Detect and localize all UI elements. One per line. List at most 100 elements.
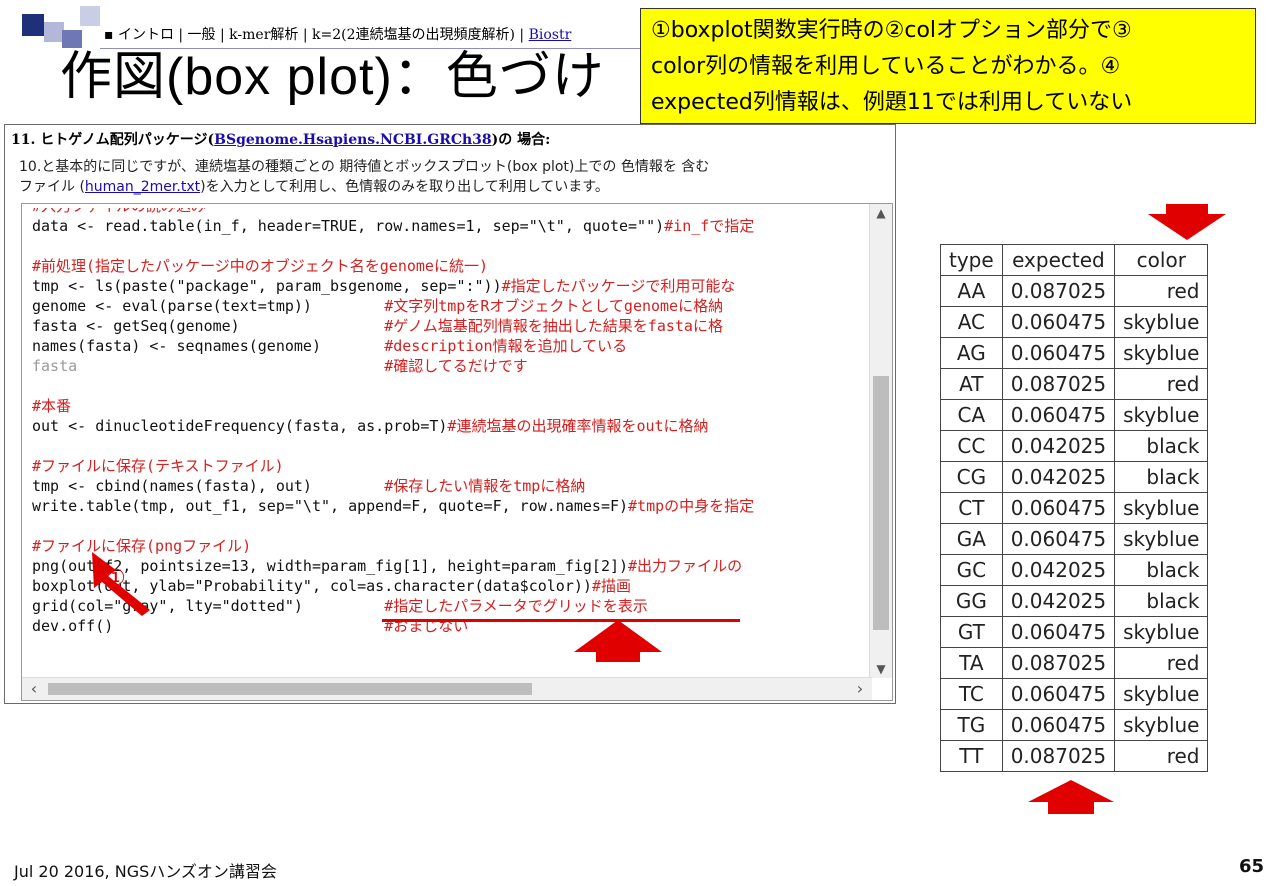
marker-2: ②	[606, 630, 626, 655]
page-number: 65	[1238, 856, 1264, 877]
table-body: AA 0.087025 red AC 0.060475 skyblue AG 0.060475…	[940, 275, 1209, 772]
color-table: type expected color AA 0.087025 red AC 0.060…	[940, 244, 1209, 772]
table-row: CG 0.042025 black	[940, 461, 1209, 493]
decor-square-light2	[80, 6, 100, 26]
cell-expected: 0.042025	[1001, 461, 1116, 493]
cell-type: CC	[940, 430, 1003, 462]
section-suffix: )の 場合:	[491, 132, 551, 148]
scroll-down-icon[interactable]: ▼	[873, 662, 889, 676]
cell-type: CG	[940, 461, 1003, 493]
cell-type: AA	[940, 275, 1003, 307]
cell-color: skyblue	[1114, 616, 1209, 648]
description-line-2: ファイル (human_2mer.txt)を入力として利用し、色情報のみを取り出…	[19, 177, 879, 197]
cell-type: AG	[940, 337, 1003, 369]
column-header-type: type	[940, 244, 1003, 276]
footer-date: Jul 20 2016, NGSハンズオン講習会	[14, 862, 277, 881]
marker-1: ①	[106, 566, 126, 591]
description: 10.と基本的に同じですが、連続塩基の種類ごとの 期待値とボックスプロット(bo…	[19, 157, 879, 197]
scroll-right-icon[interactable]: ›	[850, 678, 870, 700]
table-row: AA 0.087025 red	[940, 275, 1209, 307]
code-line: fasta #確認してるだけです	[32, 357, 528, 375]
desc-prefix: ファイル (	[19, 179, 85, 195]
cell-type: AC	[940, 306, 1003, 338]
cell-color: skyblue	[1114, 306, 1209, 338]
cell-type: GG	[940, 585, 1003, 617]
bsgenome-link[interactable]: BSgenome.Hsapiens.NCBI.GRCh38	[214, 132, 491, 148]
cell-expected: 0.087025	[1001, 740, 1116, 772]
cell-color: skyblue	[1114, 337, 1209, 369]
cell-type: GC	[940, 554, 1003, 586]
cell-color: skyblue	[1114, 492, 1209, 524]
scroll-left-icon[interactable]: ‹	[24, 678, 44, 700]
table-row: AT 0.087025 red	[940, 368, 1209, 400]
cell-color: red	[1114, 275, 1209, 307]
scroll-up-icon[interactable]: ▲	[873, 206, 889, 220]
decor-square-dark	[22, 14, 44, 36]
table-header-row: type expected color	[940, 244, 1209, 276]
cell-color: skyblue	[1114, 678, 1209, 710]
cell-color: red	[1114, 368, 1209, 400]
file-link[interactable]: human_2mer.txt	[85, 179, 200, 195]
cell-expected: 0.060475	[1001, 492, 1116, 524]
cell-expected: 0.060475	[1001, 306, 1116, 338]
table-row: TG 0.060475 skyblue	[940, 709, 1209, 741]
code-line: #前処理(指定したパッケージ中のオブジェクト名をgenomeに統一)	[32, 257, 488, 275]
section-heading: 11. ヒトゲノム配列パッケージ(BSgenome.Hsapiens.NCBI.…	[11, 129, 550, 149]
cell-type: CT	[940, 492, 1003, 524]
code-line: data <- read.table(in_f, header=TRUE, ro…	[32, 217, 755, 235]
vertical-scrollbar[interactable]: ▲ ▼	[869, 204, 892, 678]
table-row: GG 0.042025 black	[940, 585, 1209, 617]
code-line: #ファイルに保存(テキストファイル)	[32, 457, 284, 475]
cell-color: black	[1114, 585, 1209, 617]
code-line: fasta <- getSeq(genome) #ゲノム塩基配列情報を抽出した結…	[32, 317, 723, 335]
horizontal-scrollbar[interactable]: ‹ ›	[22, 677, 872, 700]
cell-type: GA	[940, 523, 1003, 555]
code-line: tmp <- cbind(names(fasta), out) #保存したい情報…	[32, 477, 586, 495]
code-line: genome <- eval(parse(text=tmp)) #文字列tmpを…	[32, 297, 724, 315]
code-line: write.table(tmp, out_f1, sep="\t", appen…	[32, 497, 755, 515]
highlight-underline	[382, 619, 740, 622]
cell-color: black	[1114, 430, 1209, 462]
cell-expected: 0.060475	[1001, 523, 1116, 555]
column-header-color: color	[1114, 244, 1209, 276]
cell-expected: 0.060475	[1001, 709, 1116, 741]
page-title: 作図(box plot)：色づけ	[60, 48, 605, 106]
cell-expected: 0.042025	[1001, 430, 1116, 462]
code-content: #入力ファイルの読み込み data <- read.table(in_f, he…	[32, 208, 874, 678]
column-header-expected: expected	[1001, 244, 1116, 276]
cell-expected: 0.042025	[1001, 554, 1116, 586]
code-line: names(fasta) <- seqnames(genome) #descri…	[32, 337, 628, 355]
marker-3: ③	[1174, 204, 1194, 229]
cell-type: GT	[940, 616, 1003, 648]
table-row: CA 0.060475 skyblue	[940, 399, 1209, 431]
table-row: TC 0.060475 skyblue	[940, 678, 1209, 710]
cell-expected: 0.060475	[1001, 399, 1116, 431]
cell-color: red	[1114, 647, 1209, 679]
table-row: TA 0.087025 red	[940, 647, 1209, 679]
code-line: #本番	[32, 397, 72, 415]
table-row: CT 0.060475 skyblue	[940, 492, 1209, 524]
cell-expected: 0.087025	[1001, 368, 1116, 400]
cell-color: black	[1114, 554, 1209, 586]
description-line-1: 10.と基本的に同じですが、連続塩基の種類ごとの 期待値とボックスプロット(bo…	[19, 159, 710, 175]
cell-color: black	[1114, 461, 1209, 493]
cell-type: TA	[940, 647, 1003, 679]
callout-line-1: ①boxplot関数実行時の②colオプション部分で③	[651, 18, 1132, 43]
table-row: AC 0.060475 skyblue	[940, 306, 1209, 338]
table-row: TT 0.087025 red	[940, 740, 1209, 772]
cell-type: TT	[940, 740, 1003, 772]
table-row: GC 0.042025 black	[940, 554, 1209, 586]
vertical-scroll-thumb[interactable]	[873, 376, 889, 630]
code-block[interactable]: #入力ファイルの読み込み data <- read.table(in_f, he…	[21, 203, 893, 701]
table-row: GA 0.060475 skyblue	[940, 523, 1209, 555]
table-row: GT 0.060475 skyblue	[940, 616, 1209, 648]
cell-type: CA	[940, 399, 1003, 431]
callout-box: ①boxplot関数実行時の②colオプション部分で③ color列の情報を利用…	[640, 8, 1256, 124]
cell-expected: 0.060475	[1001, 337, 1116, 369]
code-line: #入力ファイルの読み込み	[32, 208, 206, 216]
desc-suffix: )を入力として利用し、色情報のみを取り出して利用しています。	[200, 179, 609, 195]
section-prefix: 11. ヒトゲノム配列パッケージ(	[11, 132, 215, 148]
horizontal-scroll-thumb[interactable]	[48, 683, 532, 695]
code-line: tmp <- ls(paste("package", param_bsgenom…	[32, 277, 736, 295]
table-row: CC 0.042025 black	[940, 430, 1209, 462]
